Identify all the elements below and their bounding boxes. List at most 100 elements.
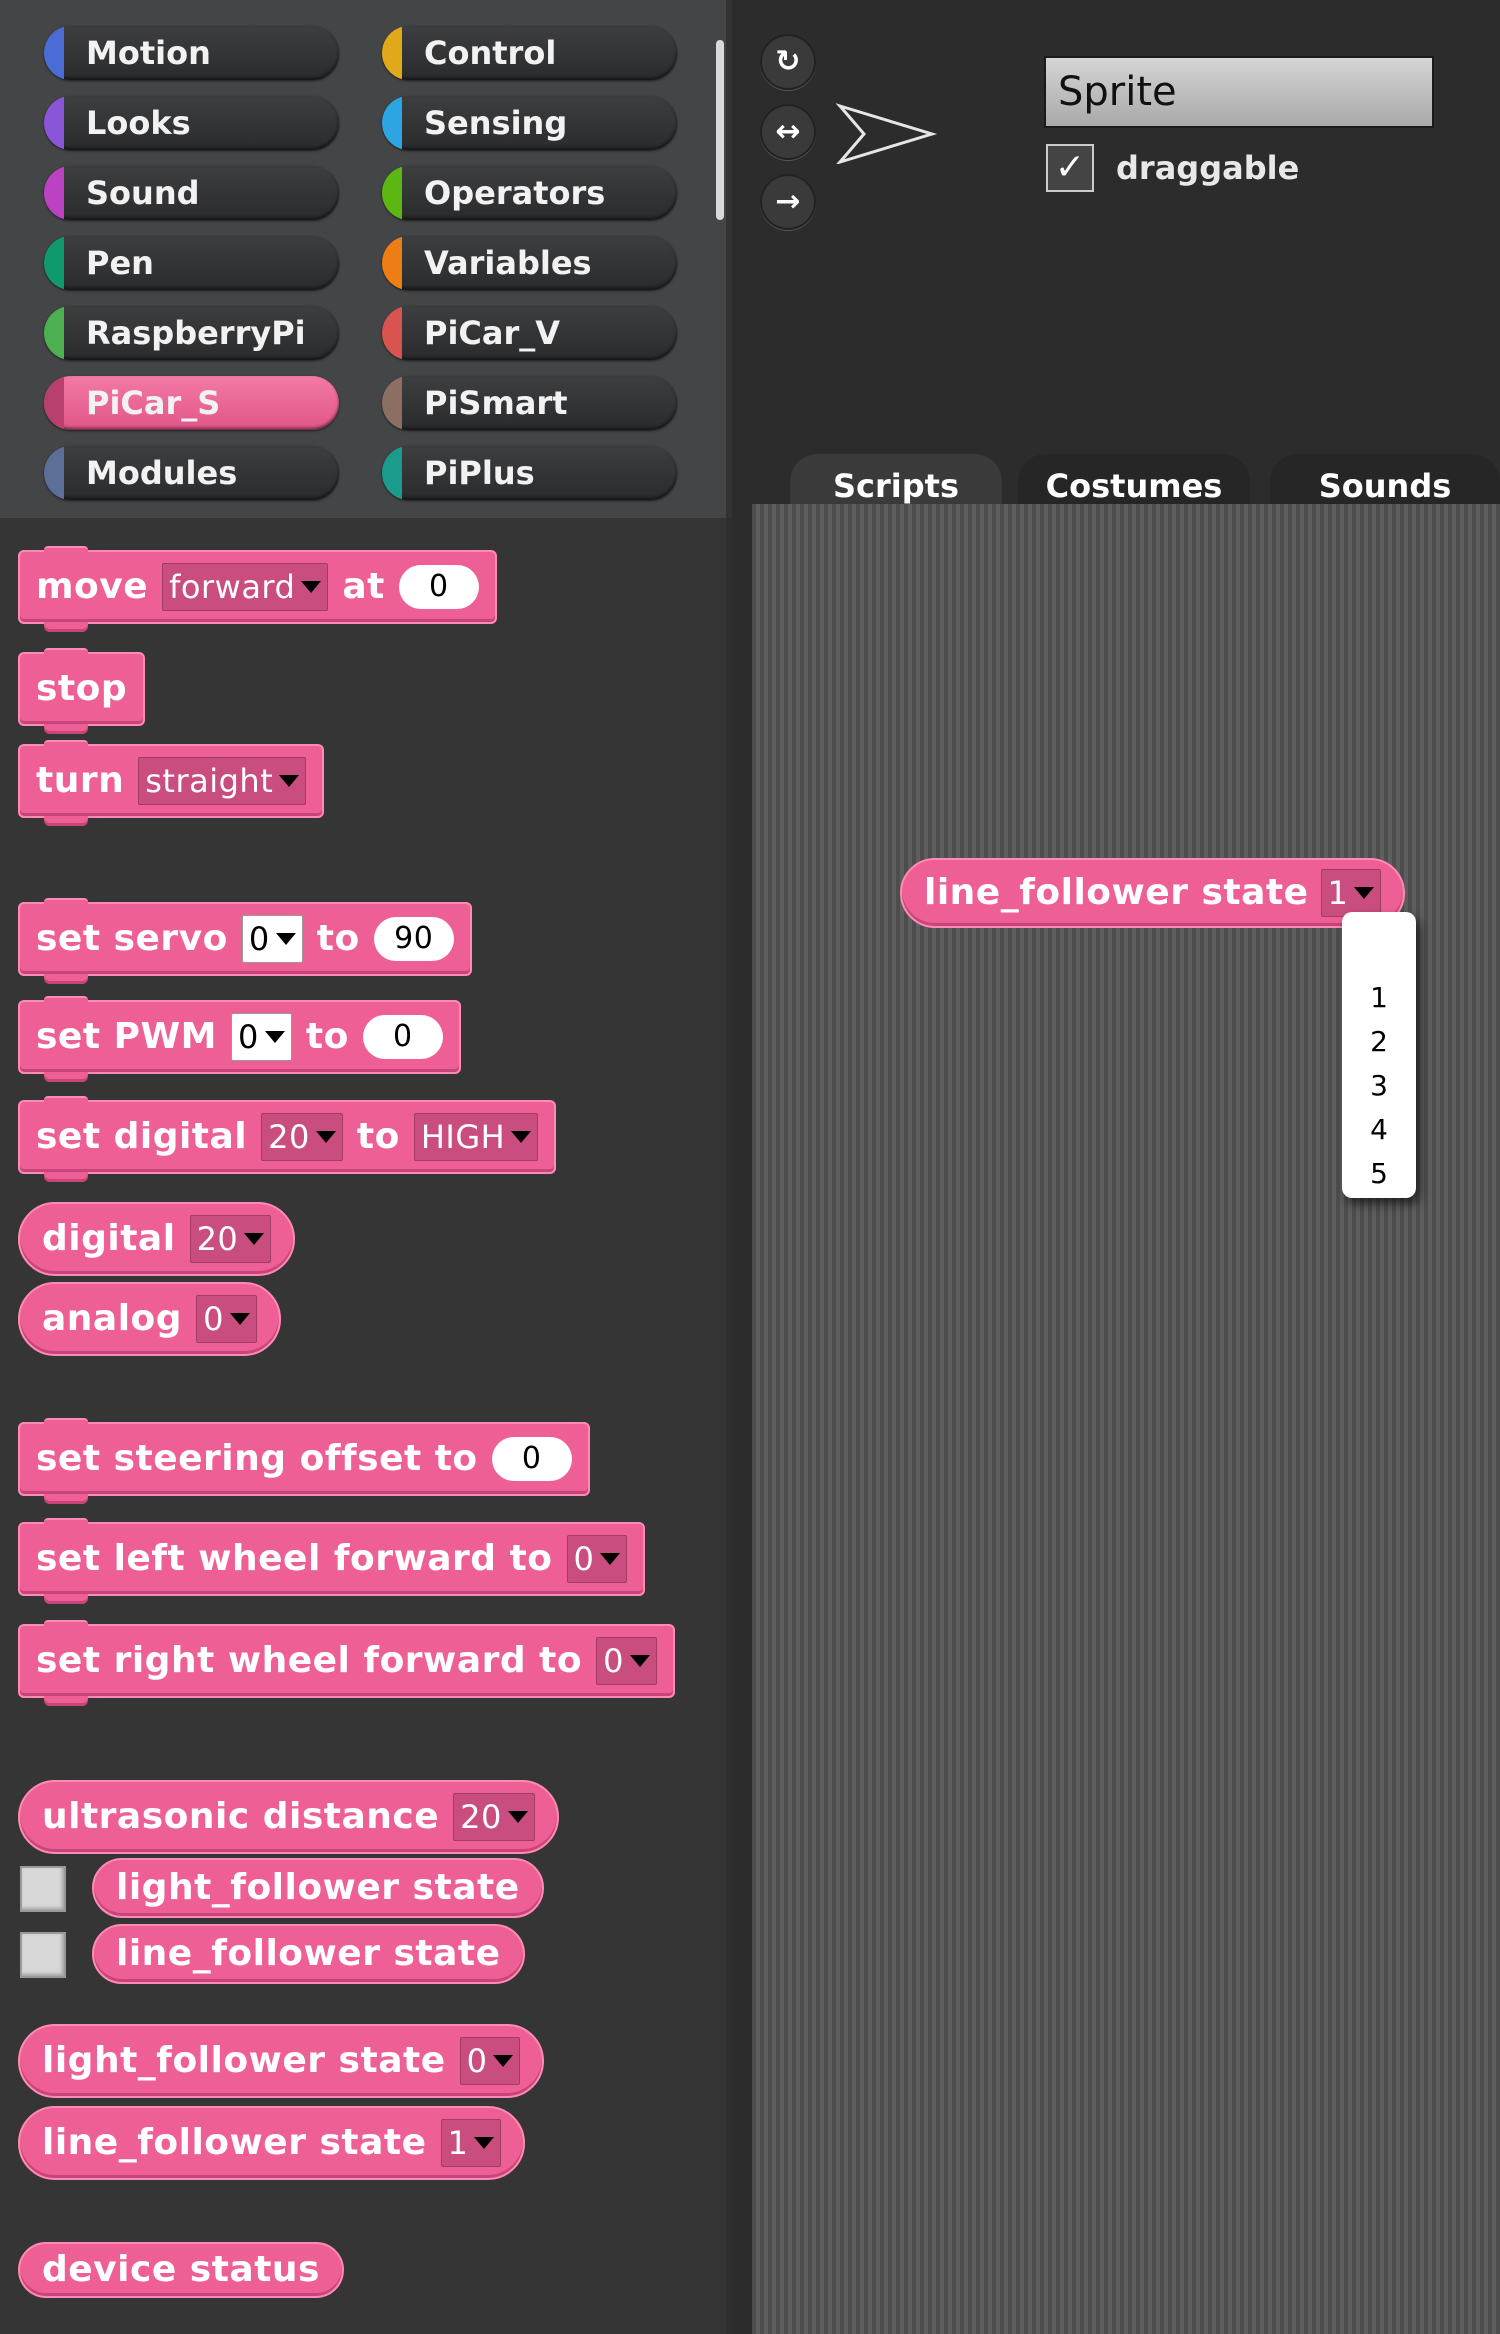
- servo-dropdown[interactable]: 0: [241, 915, 303, 963]
- category-color-stripe: [382, 26, 402, 80]
- block-light-follower-state-reporter[interactable]: light_follower state: [92, 1858, 544, 1918]
- category-color-stripe: [44, 236, 64, 290]
- category-color-stripe: [382, 306, 402, 360]
- block-label: at: [342, 566, 385, 607]
- rotate-icon[interactable]: ↻: [760, 34, 816, 90]
- block-light-follower-state[interactable]: light_follower state 0: [18, 2024, 545, 2098]
- category-label: PiCar_S: [86, 384, 221, 422]
- analog-read-dropdown[interactable]: 0: [196, 1295, 257, 1343]
- dropdown-value: forward: [169, 568, 296, 606]
- block-move[interactable]: move forward at 0: [18, 546, 497, 632]
- dropdown-arrow-icon: [507, 1811, 528, 1823]
- dropdown-value: 20: [268, 1118, 310, 1156]
- dropdown-arrow-icon: [264, 1031, 285, 1043]
- category-sound[interactable]: Sound: [44, 166, 339, 220]
- block-label: line_follower state: [924, 872, 1309, 913]
- dropdown-value: 0: [248, 920, 270, 958]
- menu-item-2[interactable]: 2: [1342, 1020, 1416, 1064]
- script-line-follower-dropdown[interactable]: 1: [1320, 869, 1382, 917]
- category-scrollbar[interactable]: [716, 40, 724, 220]
- block-label: analog: [42, 1298, 183, 1339]
- block-line-follower-state[interactable]: line_follower state 1: [18, 2106, 526, 2180]
- dropdown-arrow-icon: [629, 1655, 650, 1667]
- sprite-name-input[interactable]: Sprite: [1044, 56, 1434, 128]
- block-label: to: [356, 1116, 400, 1157]
- category-pen[interactable]: Pen: [44, 236, 339, 290]
- category-pismart[interactable]: PiSmart: [382, 376, 677, 430]
- dropdown-menu: 1 2 3 4 5: [1342, 912, 1416, 1198]
- pwm-dropdown[interactable]: 0: [231, 1013, 292, 1061]
- block-label: to: [316, 918, 360, 959]
- category-modules[interactable]: Modules: [44, 446, 339, 500]
- ultrasonic-dropdown[interactable]: 20: [453, 1793, 535, 1841]
- category-piplus[interactable]: PiPlus: [382, 446, 677, 500]
- block-set-digital[interactable]: set digital 20 to HIGH: [18, 1096, 557, 1182]
- turn-dropdown[interactable]: straight: [138, 757, 307, 805]
- menu-item-4[interactable]: 4: [1342, 1108, 1416, 1152]
- digital-read-dropdown[interactable]: 20: [189, 1215, 272, 1263]
- category-label: Looks: [86, 104, 191, 142]
- block-label: turn: [36, 760, 125, 801]
- left-wheel-dropdown[interactable]: 0: [566, 1535, 628, 1583]
- block-set-servo[interactable]: set servo 0 to 90: [18, 898, 472, 984]
- category-raspberrypi[interactable]: RaspberryPi: [44, 306, 339, 360]
- category-control[interactable]: Control: [382, 26, 677, 80]
- block-label: digital: [42, 1218, 176, 1259]
- category-color-stripe: [382, 96, 402, 150]
- category-picar-v[interactable]: PiCar_V: [382, 306, 677, 360]
- pwm-value-input[interactable]: 0: [362, 1015, 443, 1059]
- digital-pin-dropdown[interactable]: 20: [261, 1113, 343, 1161]
- light-follower-dropdown[interactable]: 0: [459, 2037, 521, 2085]
- menu-item-3[interactable]: 3: [1342, 1064, 1416, 1108]
- line-follower-dropdown[interactable]: 1: [440, 2119, 502, 2167]
- draggable-checkbox[interactable]: ✓: [1046, 144, 1094, 192]
- line-follower-watch-checkbox[interactable]: [20, 1932, 66, 1978]
- category-looks[interactable]: Looks: [44, 96, 339, 150]
- category-variables[interactable]: Variables: [382, 236, 677, 290]
- speed-input[interactable]: 0: [398, 565, 479, 609]
- flip-horizontal-icon[interactable]: ↔: [760, 104, 816, 160]
- block-stop[interactable]: stop: [18, 648, 146, 734]
- block-turn[interactable]: turn straight: [18, 740, 325, 826]
- menu-item-5[interactable]: 5: [1342, 1152, 1416, 1196]
- script-block-line-follower-state[interactable]: line_follower state 1: [900, 858, 1406, 928]
- steering-offset-input[interactable]: 0: [491, 1437, 572, 1481]
- block-set-steering-offset[interactable]: set steering offset to 0: [18, 1418, 590, 1504]
- block-set-right-wheel[interactable]: set right wheel forward to 0: [18, 1620, 675, 1706]
- block-label: line_follower state: [116, 1933, 501, 1974]
- servo-angle-input[interactable]: 90: [373, 917, 454, 961]
- block-device-status[interactable]: device status: [18, 2242, 344, 2298]
- block-label: set steering offset to: [36, 1438, 478, 1479]
- block-analog[interactable]: analog 0: [18, 1282, 281, 1356]
- dropdown-value: 0: [603, 1642, 624, 1680]
- block-label: line_follower state: [42, 2122, 427, 2163]
- category-color-stripe: [44, 96, 64, 150]
- block-set-pwm[interactable]: set PWM 0 to 0: [18, 996, 461, 1082]
- block-line-follower-state-reporter[interactable]: line_follower state: [92, 1924, 525, 1984]
- scripts-area[interactable]: [752, 504, 1500, 2334]
- category-label: Modules: [86, 454, 238, 492]
- dropdown-value: 0: [573, 1540, 595, 1578]
- no-rotate-icon[interactable]: →: [760, 174, 816, 230]
- category-sensing[interactable]: Sensing: [382, 96, 677, 150]
- block-digital[interactable]: digital 20: [18, 1202, 296, 1276]
- digital-level-dropdown[interactable]: HIGH: [413, 1113, 539, 1161]
- category-color-stripe: [382, 446, 402, 500]
- block-set-left-wheel[interactable]: set left wheel forward to 0: [18, 1518, 646, 1604]
- dropdown-value: 0: [466, 2042, 488, 2080]
- direction-dropdown[interactable]: forward: [162, 563, 329, 611]
- block-label: ultrasonic distance: [42, 1796, 440, 1837]
- dropdown-value: 20: [196, 1220, 239, 1258]
- category-color-stripe: [382, 376, 402, 430]
- block-label: move: [36, 566, 149, 607]
- right-wheel-dropdown[interactable]: 0: [596, 1637, 657, 1685]
- category-picar-s[interactable]: PiCar_S: [44, 376, 339, 430]
- light-follower-watch-checkbox[interactable]: [20, 1866, 66, 1912]
- dropdown-arrow-icon: [275, 933, 296, 945]
- category-motion[interactable]: Motion: [44, 26, 339, 80]
- block-ultrasonic-distance[interactable]: ultrasonic distance 20: [18, 1780, 559, 1854]
- category-operators[interactable]: Operators: [382, 166, 677, 220]
- menu-item-1[interactable]: 1: [1342, 976, 1416, 1020]
- dropdown-value: 0: [238, 1018, 259, 1056]
- block-palette: move forward at 0 stop turn straight set…: [0, 518, 732, 2334]
